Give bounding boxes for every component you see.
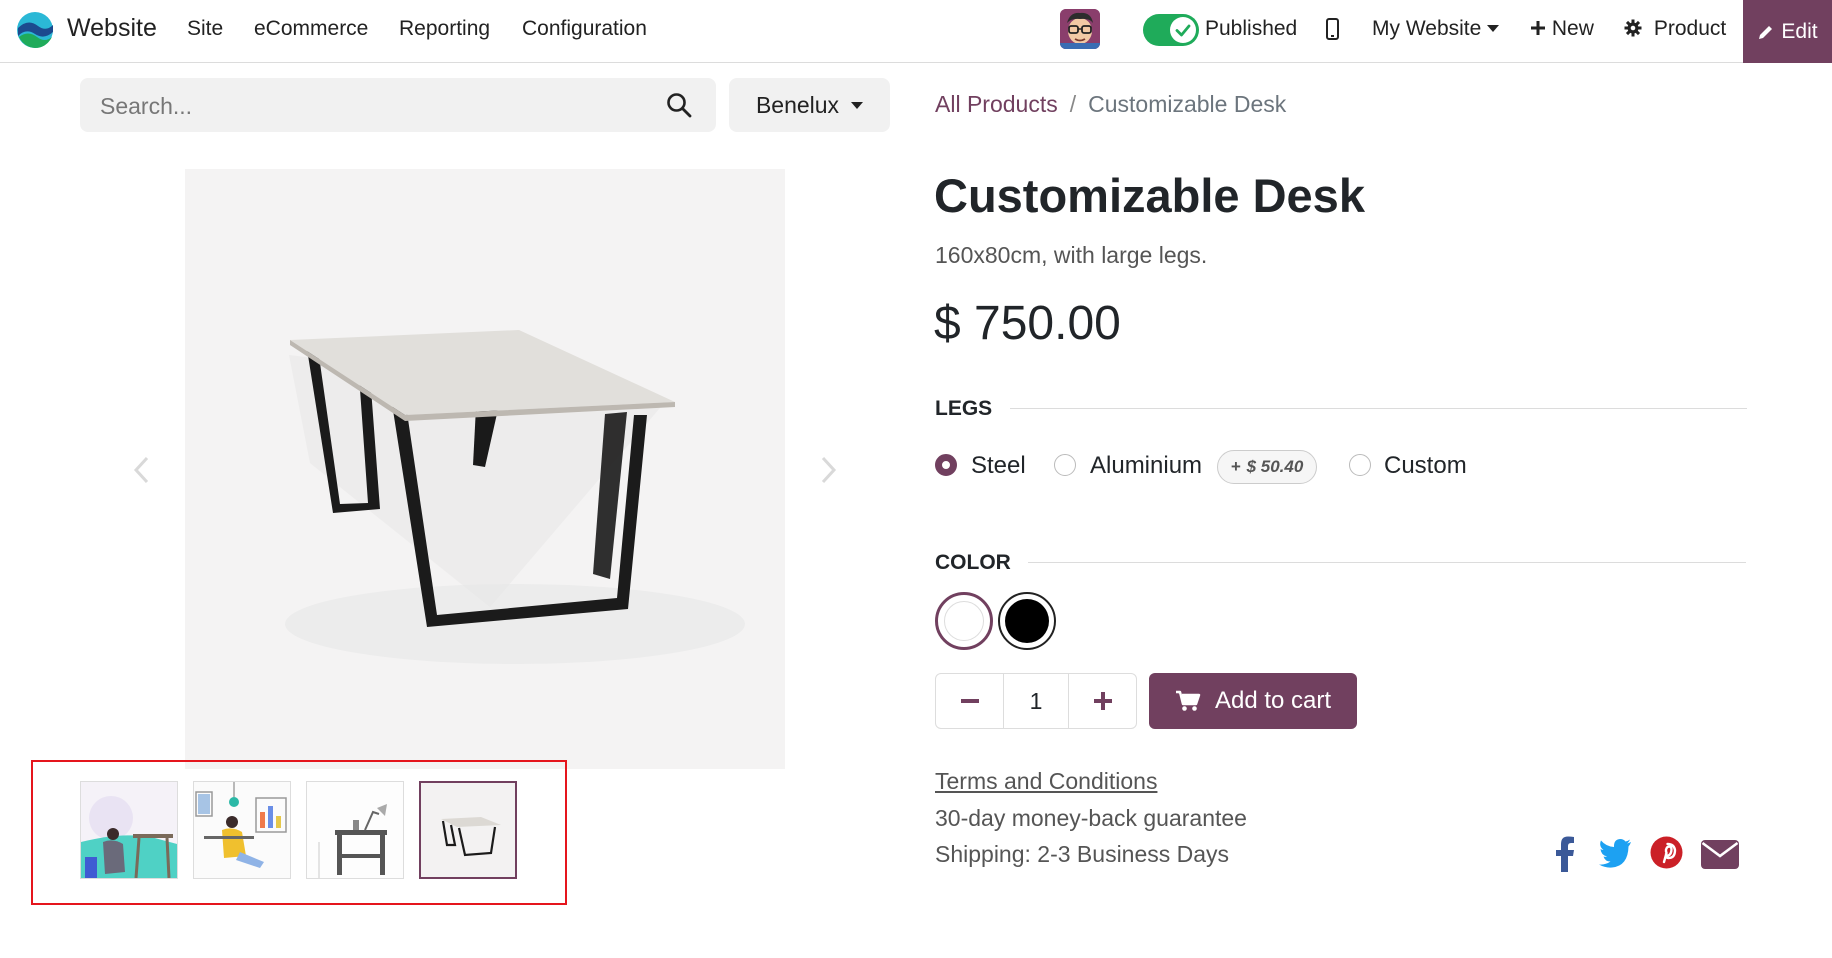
- color-divider: [1028, 562, 1746, 563]
- thumbnail-1[interactable]: [80, 781, 178, 879]
- plus-icon: [1093, 692, 1112, 710]
- pricelist-label: Benelux: [755, 91, 840, 118]
- legs-label-custom[interactable]: Custom: [1384, 452, 1467, 480]
- minus-icon: [960, 699, 979, 703]
- chevron-right-icon: [821, 456, 837, 484]
- legs-label-steel[interactable]: Steel: [971, 452, 1026, 480]
- guarantee-text: 30-day money-back guarantee: [935, 805, 1247, 831]
- top-navbar: Website Site eCommerce Reporting Configu…: [0, 0, 1832, 63]
- website-switcher[interactable]: My Website: [1372, 17, 1500, 41]
- quantity-input[interactable]: [1003, 674, 1069, 728]
- new-label: New: [1551, 17, 1594, 40]
- email-icon[interactable]: [1701, 840, 1739, 869]
- legs-radio-aluminium[interactable]: [1054, 454, 1076, 476]
- product-main-image[interactable]: [185, 169, 785, 769]
- caret-down-icon: [1487, 25, 1500, 32]
- website-label: My Website: [1372, 17, 1482, 40]
- product-button[interactable]: Product: [1624, 17, 1726, 41]
- legs-divider: [1010, 408, 1747, 409]
- twitter-icon[interactable]: [1598, 838, 1632, 868]
- add-to-cart-label: Add to cart: [1214, 687, 1332, 714]
- breadcrumb-all-products[interactable]: All Products: [935, 91, 1058, 117]
- gear-icon: [1624, 19, 1642, 37]
- phone-icon[interactable]: [1326, 18, 1339, 40]
- extra-price-value: $ 50.40: [1246, 457, 1304, 476]
- extra-price-sign: +: [1230, 457, 1241, 476]
- legs-radio-custom[interactable]: [1349, 454, 1371, 476]
- publish-toggle[interactable]: [1143, 14, 1199, 46]
- shipping-text: Shipping: 2-3 Business Days: [935, 841, 1230, 867]
- thumbnail-4[interactable]: [419, 781, 517, 879]
- menu-configuration[interactable]: Configuration: [522, 17, 647, 41]
- aluminium-extra-price-badge: + $ 50.40: [1217, 450, 1317, 484]
- search-input[interactable]: [98, 78, 642, 134]
- avatar[interactable]: [1060, 9, 1100, 49]
- chevron-left-icon: [133, 456, 149, 484]
- carousel-next-button[interactable]: [798, 440, 858, 500]
- thumbnail-3[interactable]: [306, 781, 404, 879]
- product-price: $ 750.00: [934, 297, 1121, 350]
- breadcrumb-separator: /: [1069, 91, 1077, 117]
- caret-down-icon: [851, 101, 864, 109]
- color-attribute-heading: COLOR: [935, 551, 1011, 574]
- breadcrumb: All Products / Customizable Desk: [935, 91, 1286, 118]
- product-title: Customizable Desk: [934, 169, 1365, 222]
- quantity-increase-button[interactable]: [1069, 674, 1136, 728]
- pricelist-dropdown[interactable]: Benelux: [729, 78, 890, 132]
- add-to-cart-button[interactable]: Add to cart: [1149, 673, 1357, 729]
- search-box: [80, 78, 716, 134]
- pinterest-icon[interactable]: [1650, 836, 1683, 869]
- published-label[interactable]: Published: [1205, 17, 1297, 41]
- color-swatch-white[interactable]: [935, 592, 993, 650]
- carousel-prev-button[interactable]: [112, 440, 172, 500]
- search-icon[interactable]: [666, 92, 692, 118]
- legs-radio-steel[interactable]: [935, 454, 957, 476]
- quantity-stepper: [935, 673, 1137, 729]
- color-swatch-black[interactable]: [998, 592, 1056, 650]
- terms-and-conditions-link[interactable]: Terms and Conditions: [935, 768, 1157, 795]
- check-icon: [1170, 17, 1196, 43]
- menu-site[interactable]: Site: [187, 17, 223, 41]
- edit-label: Edit: [1781, 19, 1818, 43]
- app-name[interactable]: Website: [67, 14, 157, 43]
- plus-icon: [1531, 21, 1545, 35]
- edit-button[interactable]: Edit: [1743, 0, 1832, 63]
- thumbnail-2[interactable]: [193, 781, 291, 879]
- product-label: Product: [1653, 17, 1727, 40]
- logo-icon[interactable]: [16, 10, 54, 50]
- menu-reporting[interactable]: Reporting: [399, 17, 490, 41]
- menu-ecommerce[interactable]: eCommerce: [254, 17, 368, 41]
- product-description: 160x80cm, with large legs.: [935, 242, 1208, 268]
- legs-attribute-heading: LEGS: [935, 397, 993, 420]
- quantity-decrease-button[interactable]: [936, 674, 1003, 728]
- cart-icon: [1175, 690, 1201, 711]
- pencil-icon: [1759, 25, 1773, 39]
- new-button[interactable]: New: [1530, 17, 1594, 41]
- legs-label-aluminium[interactable]: Aluminium: [1090, 452, 1202, 480]
- facebook-icon[interactable]: [1555, 836, 1575, 872]
- breadcrumb-current: Customizable Desk: [1088, 91, 1287, 117]
